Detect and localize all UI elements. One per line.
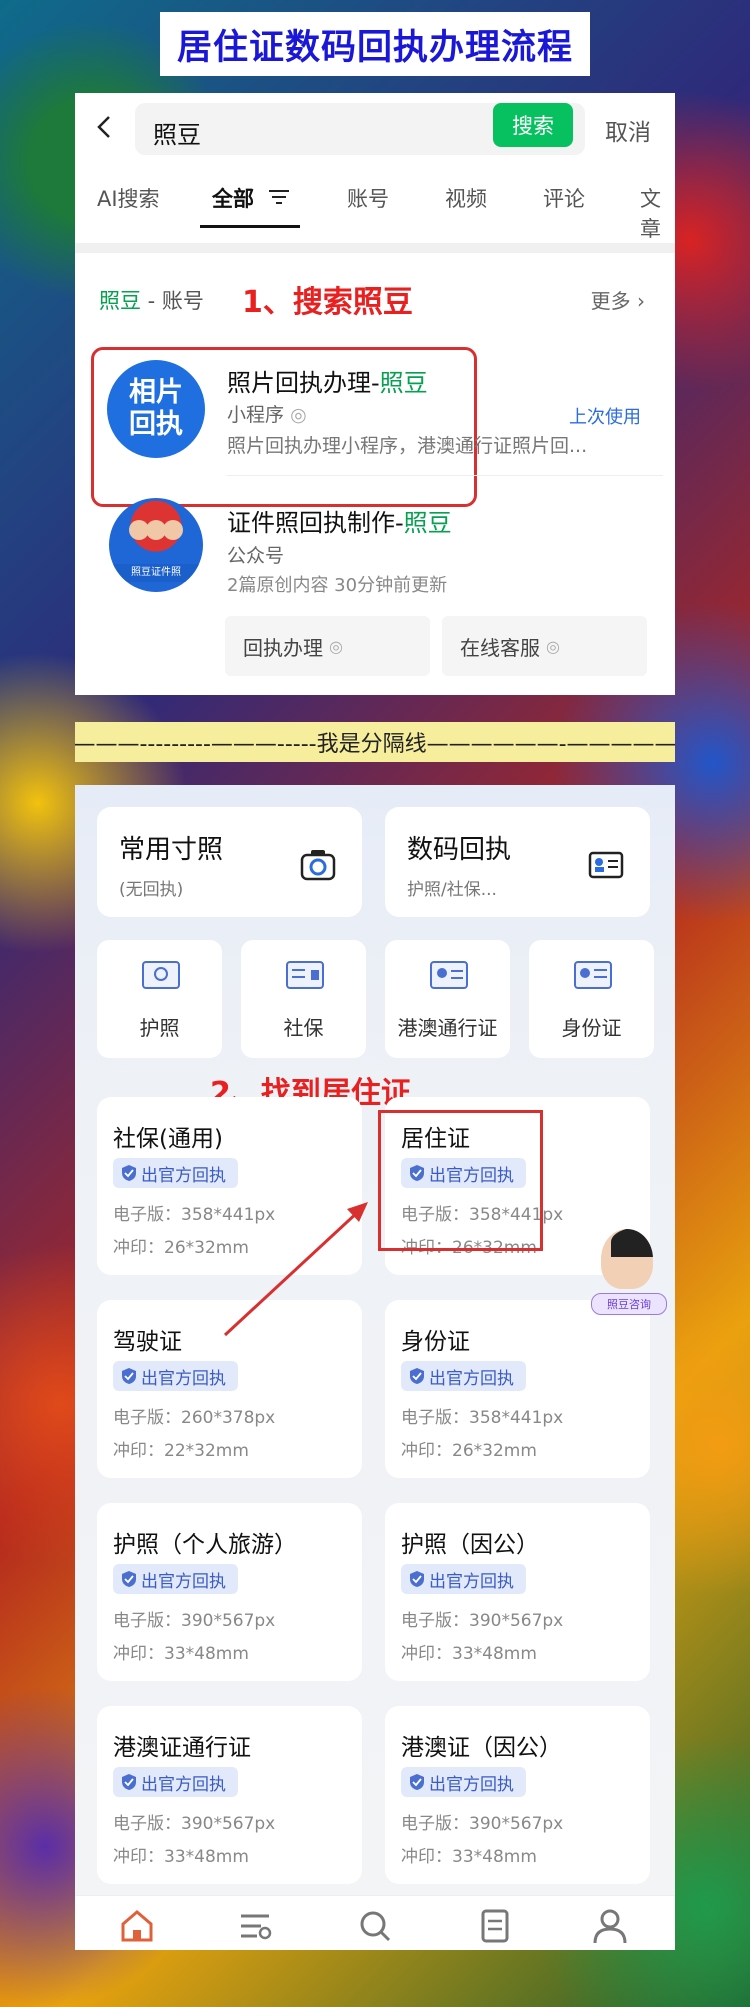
logo-line2: 回执	[129, 409, 183, 440]
tab-all[interactable]: 全部	[212, 183, 254, 213]
official-receipt-badge: 出官方回执	[113, 1767, 238, 1797]
doc-electronic-size: 电子版：390*567px	[401, 1814, 564, 1834]
logo-line1: 相片	[129, 377, 183, 408]
section-header: 照豆 - 账号	[99, 285, 204, 315]
tab-videos[interactable]: 视频	[445, 183, 487, 213]
doc-name: 护照（个人旅游）	[113, 1532, 297, 1558]
divider-strip: ———---------———-----我是分隔线——————-—————	[75, 722, 675, 762]
badge-text: 出官方回执	[429, 1571, 514, 1592]
photo-service-panel: 常用寸照 (无回执) 数码回执 护照/社保... 护照 社保 港澳通行证 身份证…	[75, 785, 675, 1950]
account-section: 照豆 - 账号 1、搜索照豆 更多 › 相片 回执 照片回执办理-照豆 小程序 ◎…	[87, 253, 663, 695]
doc-card-hk-macau-official[interactable]: 港澳证（因公） 出官方回执 电子版：390*567px 冲印：33*48mm	[385, 1706, 650, 1884]
badge-text: 出官方回执	[141, 1571, 226, 1592]
pointer-arrow	[223, 1202, 368, 1337]
mini-program-logo[interactable]: 相片 回执	[107, 360, 205, 458]
shield-icon	[410, 1774, 424, 1790]
result-tabs: AI搜索 全部 账号 视频 评论 文章	[75, 183, 675, 241]
doc-name: 护照（因公）	[401, 1532, 539, 1558]
result1-description: 照片回执办理小程序，港澳通行证照片回...	[227, 435, 588, 457]
official-receipt-badge: 出官方回执	[401, 1767, 526, 1797]
bottom-navigation	[75, 1895, 675, 1950]
verified-icon: ◎	[290, 404, 307, 426]
result1-type-text: 小程序	[227, 404, 285, 426]
cancel-button[interactable]: 取消	[605, 113, 651, 147]
title-banner: 居住证数码回执办理流程	[160, 12, 590, 76]
tab-comments[interactable]: 评论	[543, 183, 585, 213]
doc-electronic-size: 电子版：390*567px	[113, 1814, 276, 1834]
receipt-chip[interactable]: 回执办理 ◎	[225, 616, 430, 676]
result1-title[interactable]: 照片回执办理-照豆	[227, 363, 428, 398]
doc-print-size: 冲印：33*48mm	[113, 1847, 249, 1867]
official-account-logo[interactable]: 照豆证件照	[109, 498, 203, 592]
doc-electronic-size: 电子版：260*378px	[113, 1408, 276, 1428]
section-suffix: - 账号	[141, 289, 204, 313]
back-arrow-icon[interactable]	[93, 115, 117, 139]
logo-band-text: 照豆证件照	[109, 564, 203, 582]
official-receipt-badge: 出官方回执	[113, 1564, 238, 1594]
more-label: 更多	[590, 289, 631, 313]
shield-icon	[410, 1571, 424, 1587]
shield-icon	[122, 1774, 136, 1790]
assistant-portrait-icon	[601, 1229, 653, 1289]
badge-text: 出官方回执	[141, 1774, 226, 1795]
filter-icon[interactable]	[268, 188, 290, 206]
online-service-chip[interactable]: 在线客服 ◎	[442, 616, 647, 676]
verified-icon: ◎	[546, 636, 560, 656]
search-icon[interactable]	[355, 1906, 395, 1946]
doc-electronic-size: 电子版：390*567px	[401, 1611, 564, 1631]
doc-name: 港澳证（因公）	[401, 1735, 562, 1761]
search-results-panel: 照豆 搜索 取消 AI搜索 全部 账号 视频 评论 文章 照豆 - 账号 1、搜…	[75, 93, 675, 695]
official-receipt-badge: 出官方回执	[401, 1564, 526, 1594]
chip-label: 在线客服	[460, 635, 540, 660]
result1-title-highlight: 照豆	[379, 369, 428, 397]
doc-card-passport-official[interactable]: 护照（因公） 出官方回执 电子版：390*567px 冲印：33*48mm	[385, 1503, 650, 1681]
doc-card-passport-personal[interactable]: 护照（个人旅游） 出官方回执 电子版：390*567px 冲印：33*48mm	[97, 1503, 362, 1681]
portrait-icon	[163, 520, 183, 540]
section-divider	[75, 243, 675, 253]
document-icon[interactable]	[475, 1906, 515, 1946]
doc-print-size: 冲印：26*32mm	[401, 1441, 537, 1461]
search-button[interactable]: 搜索	[493, 103, 573, 147]
result2-type: 公众号	[227, 545, 285, 567]
doc-name: 港澳证通行证	[113, 1735, 251, 1761]
more-link[interactable]: 更多 ›	[591, 285, 645, 314]
shield-icon	[122, 1571, 136, 1587]
doc-electronic-size: 电子版：390*567px	[113, 1611, 276, 1631]
doc-print-size: 冲印：33*48mm	[401, 1847, 537, 1867]
search-query: 照豆	[153, 121, 201, 149]
doc-card-hk-macau-permit[interactable]: 港澳证通行证 出官方回执 电子版：390*567px 冲印：33*48mm	[97, 1706, 362, 1884]
consult-avatar-button[interactable]: 照豆咨询	[587, 1229, 667, 1323]
doc-print-size: 冲印：33*48mm	[113, 1644, 249, 1664]
result-divider	[227, 475, 663, 476]
step1-annotation: 1、搜索照豆	[242, 285, 413, 320]
chip-label: 回执办理	[243, 635, 323, 660]
result2-description: 2篇原创内容 30分钟前更新	[227, 575, 448, 596]
active-tab-indicator	[200, 225, 300, 228]
list-icon[interactable]	[235, 1906, 275, 1946]
hair-shape	[611, 1229, 653, 1257]
doc-print-size: 冲印：33*48mm	[401, 1644, 537, 1664]
profile-icon[interactable]	[590, 1906, 630, 1946]
home-icon[interactable]	[117, 1906, 157, 1946]
result2-title-highlight: 照豆	[403, 509, 452, 537]
badge-text: 出官方回执	[429, 1774, 514, 1795]
tab-articles[interactable]: 文章	[640, 183, 675, 243]
result2-title[interactable]: 证件照回执制作-照豆	[227, 503, 452, 538]
tab-ai-search[interactable]: AI搜索	[97, 183, 160, 213]
last-used-badge: 上次使用	[569, 407, 641, 428]
result1-title-text: 照片回执办理-	[227, 369, 380, 397]
result2-title-text: 证件照回执制作-	[227, 509, 404, 537]
section-name: 照豆	[99, 289, 141, 313]
consult-label: 照豆咨询	[591, 1293, 667, 1315]
banner-text: 居住证数码回执办理流程	[176, 27, 573, 68]
doc-electronic-size: 电子版：358*441px	[401, 1408, 564, 1428]
chevron-right-icon: ›	[637, 289, 645, 313]
verified-icon: ◎	[329, 636, 343, 656]
doc-print-size: 冲印：22*32mm	[113, 1441, 249, 1461]
result1-type: 小程序 ◎	[227, 400, 307, 427]
tab-accounts[interactable]: 账号	[347, 183, 389, 213]
